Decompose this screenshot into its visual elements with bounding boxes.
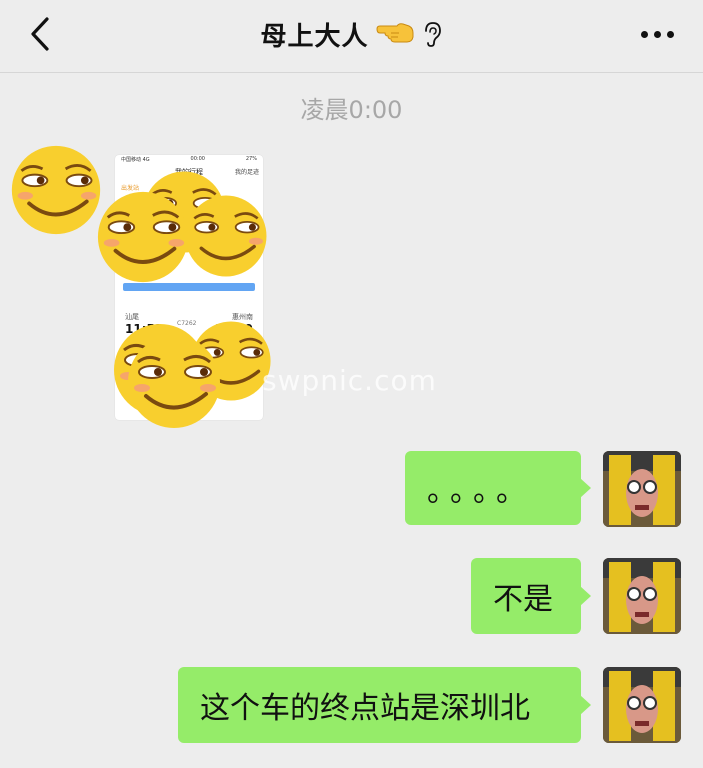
more-options-icon[interactable] bbox=[635, 18, 679, 50]
message-timestamp: 凌晨0:00 bbox=[300, 96, 403, 124]
user-avatar[interactable] bbox=[603, 451, 681, 527]
sent-message-bubble[interactable]: 这个车的终点站是深圳北 bbox=[178, 667, 591, 743]
message-text: 这个车的终点站是深圳北 bbox=[200, 691, 530, 726]
ear-mute-icon bbox=[421, 20, 443, 48]
chat-title: 母上大人 bbox=[260, 21, 369, 52]
message-text: 。。。。 bbox=[427, 474, 534, 509]
message-text: 不是 bbox=[493, 582, 553, 617]
smug-smiley-sticker-icon bbox=[185, 195, 267, 277]
smug-smiley-sticker-icon bbox=[97, 191, 189, 283]
sent-message-bubble[interactable]: 不是 bbox=[471, 558, 591, 634]
screenshot-title-right: 我的足迹 bbox=[234, 169, 259, 176]
screenshot-clock: 00:00 bbox=[190, 156, 205, 162]
smug-smiley-sticker-icon bbox=[11, 145, 101, 235]
user-avatar[interactable] bbox=[603, 558, 681, 634]
screenshot-carrier: 中国移动 4G bbox=[121, 157, 150, 163]
smug-smiley-sticker-icon bbox=[128, 336, 220, 428]
received-image-message[interactable]: 中国移动 4G 00:00 27% 我的行程 我的足迹 出发站 汕尾 惠州南 1… bbox=[0, 140, 290, 440]
user-avatar[interactable] bbox=[603, 667, 681, 743]
screenshot-status-bar: 中国移动 4G 00:00 27% bbox=[115, 155, 263, 165]
pointing-hand-emoji-icon bbox=[375, 20, 415, 49]
watermark-text: swpnic.com bbox=[262, 364, 437, 397]
screenshot-battery: 27% bbox=[245, 156, 257, 162]
chat-title-group: 母上大人 bbox=[0, 14, 703, 54]
sent-message-bubble[interactable]: 。。。。 bbox=[405, 451, 591, 525]
chat-header: 母上大人 bbox=[0, 0, 703, 73]
